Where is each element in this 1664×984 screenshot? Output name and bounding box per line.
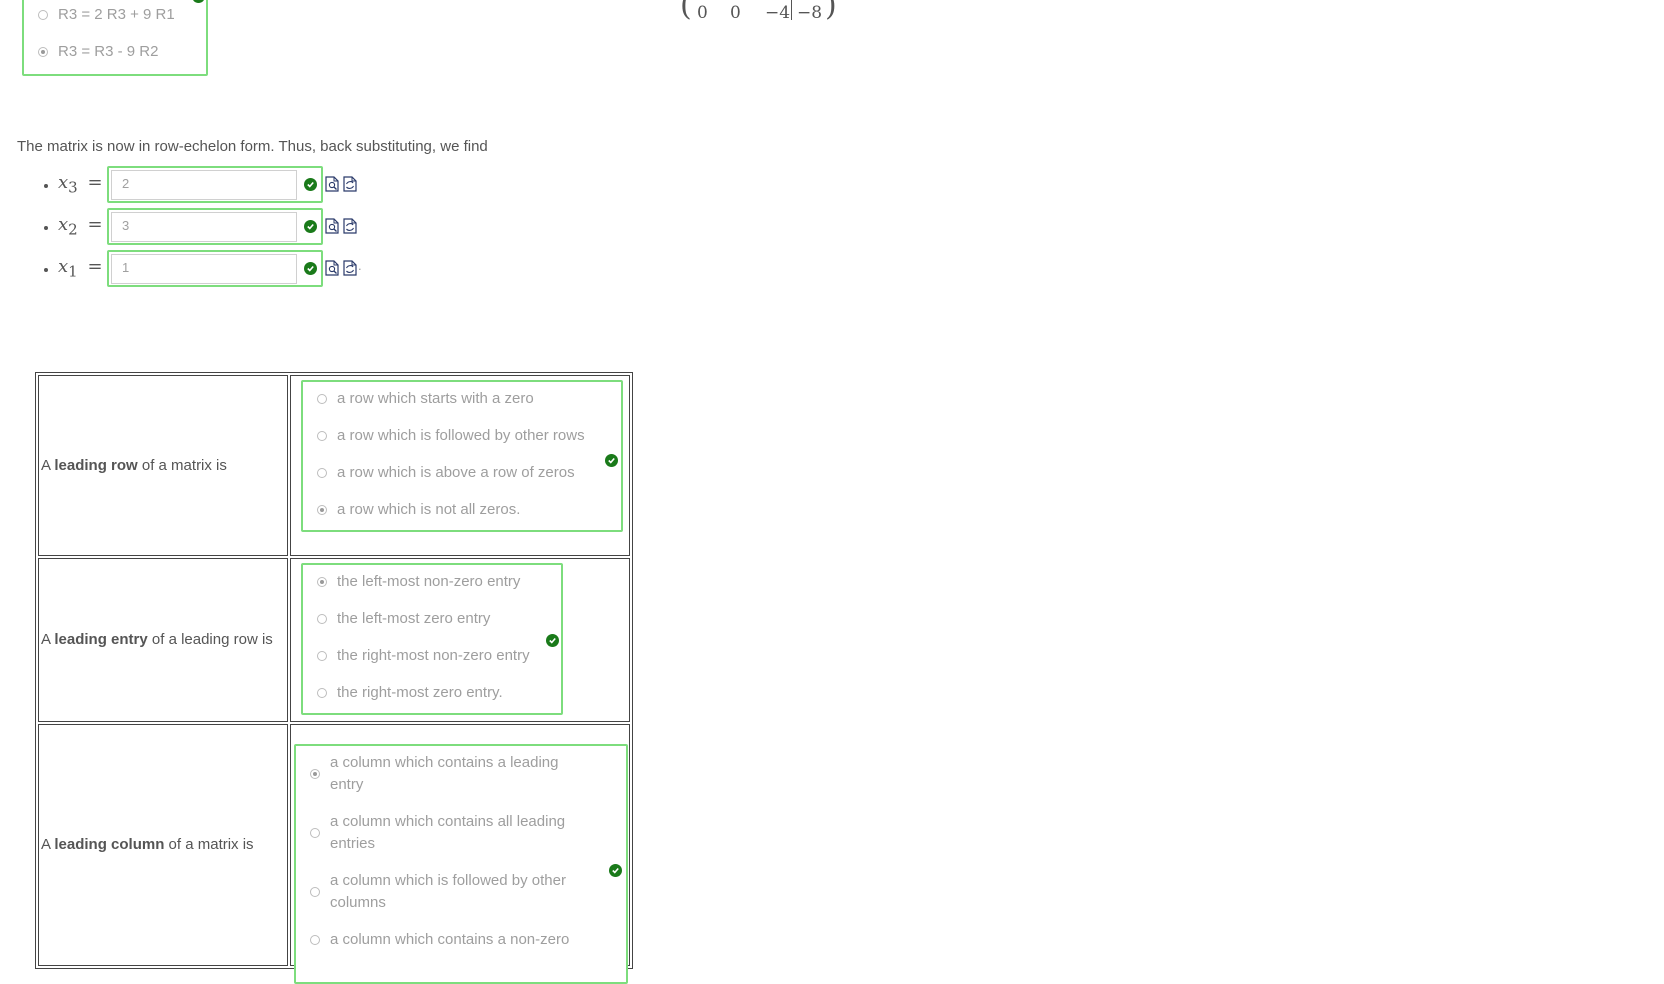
option-label: a row which is followed by other rows	[337, 427, 585, 444]
bullet	[44, 268, 48, 272]
radio-group-leading-column: a column which contains a leading entry …	[294, 744, 628, 984]
option[interactable]: the left-most zero entry	[317, 610, 490, 627]
option-label: a row which is above a row of zeros	[337, 464, 575, 481]
radio-group-leading-row: a row which starts with a zero a row whi…	[301, 380, 623, 532]
definitions-table: A leading row of a matrix is a row which…	[35, 372, 633, 984]
correct-check-icon	[546, 634, 559, 647]
answer-cell: a column which contains a leading entry …	[290, 724, 630, 984]
option-label: a column which contains a leading entry	[330, 754, 559, 793]
augment-bar	[791, 0, 792, 20]
option[interactable]: the right-most non-zero entry	[317, 647, 530, 664]
row-operation-options: R3 = 2 R3 + 9 R1 R3 = R3 - 9 R2	[22, 0, 208, 76]
radio-button[interactable]	[310, 828, 320, 838]
option-label: R3 = R3 - 9 R2	[58, 43, 159, 60]
radio-button[interactable]	[38, 9, 48, 20]
x3-input[interactable]: 2	[111, 170, 297, 200]
row-op-option-1[interactable]: R3 = 2 R3 + 9 R1	[38, 6, 175, 23]
option-label: R3 = 2 R3 + 9 R1	[58, 6, 175, 23]
radio-button[interactable]	[317, 613, 327, 624]
option[interactable]: a row which starts with a zero	[317, 390, 534, 407]
bullet	[44, 226, 48, 230]
show-answer-icon[interactable]	[343, 260, 357, 276]
table-row: A leading column of a matrix is a column…	[38, 724, 630, 984]
correct-check-icon	[304, 178, 317, 191]
radio-button[interactable]	[317, 467, 327, 478]
answer-cell: the left-most non-zero entry the left-mo…	[290, 558, 630, 722]
augmented-matrix-fragment: ( 0 0 −4 −8 )	[680, 0, 850, 28]
option-label: the left-most non-zero entry	[337, 573, 521, 590]
trailing-period: .	[358, 258, 362, 273]
option-label: the left-most zero entry	[337, 610, 491, 627]
question-cell: A leading entry of a leading row is	[38, 558, 288, 722]
question-text: A leading entry of a leading row is	[41, 631, 273, 648]
x2-input[interactable]: 3	[111, 212, 297, 242]
option-label: a row which starts with a zero	[337, 390, 534, 407]
question-cell: A leading column of a matrix is	[38, 724, 288, 966]
bullet	[44, 184, 48, 188]
option-label: a column which contains a non-zero	[330, 931, 570, 948]
answer-cell: a row which starts with a zero a row whi…	[290, 375, 630, 556]
variable-label: x3 =	[58, 172, 103, 197]
option-label: a row which is not all zeros.	[337, 501, 521, 518]
option-label: the right-most non-zero entry	[337, 647, 530, 664]
option[interactable]: a row which is not all zeros.	[317, 501, 520, 518]
radio-button[interactable]	[317, 687, 327, 698]
option[interactable]: a column which contains a non-zero	[310, 929, 580, 951]
question-cell: A leading row of a matrix is	[38, 375, 288, 556]
table-row: A leading entry of a leading row is the …	[38, 558, 630, 722]
show-answer-icon[interactable]	[343, 176, 357, 192]
radio-button[interactable]	[317, 430, 327, 441]
matrix-left-paren: (	[680, 0, 692, 23]
variable-label: x2 =	[58, 214, 103, 239]
matrix-cell: 0	[697, 3, 708, 23]
back-substitution-intro: The matrix is now in row-echelon form. T…	[17, 138, 488, 155]
show-answer-icon[interactable]	[343, 218, 357, 234]
correct-check-icon	[609, 864, 622, 877]
correct-check-icon	[192, 0, 205, 3]
table-row: A leading row of a matrix is a row which…	[38, 375, 630, 556]
option[interactable]: a column which contains all leading entr…	[310, 811, 580, 855]
radio-button-selected[interactable]	[317, 576, 327, 587]
radio-button[interactable]	[317, 650, 327, 661]
preview-icon[interactable]	[325, 176, 339, 192]
option[interactable]: a column which contains a leading entry	[310, 752, 580, 796]
matrix-cell: −8	[797, 3, 823, 23]
preview-icon[interactable]	[325, 260, 339, 276]
correct-check-icon	[304, 262, 317, 275]
preview-icon[interactable]	[325, 218, 339, 234]
option[interactable]: a column which is followed by other colu…	[310, 870, 580, 914]
radio-button[interactable]	[317, 393, 327, 404]
option[interactable]: the right-most zero entry.	[317, 684, 503, 701]
row-op-option-2[interactable]: R3 = R3 - 9 R2	[38, 43, 158, 60]
matrix-right-paren: )	[825, 0, 837, 23]
option-label: a column which is followed by other colu…	[330, 872, 566, 911]
radio-button-selected[interactable]	[38, 46, 48, 57]
variable-label: x1 =	[58, 256, 103, 281]
option-label: the right-most zero entry.	[337, 684, 503, 701]
option-label: a column which contains all leading entr…	[330, 813, 566, 852]
matrix-cell: −4	[765, 3, 791, 23]
option[interactable]: a row which is followed by other rows	[317, 427, 585, 444]
radio-group-leading-entry: the left-most non-zero entry the left-mo…	[301, 563, 563, 715]
radio-button-selected[interactable]	[317, 504, 327, 515]
radio-button[interactable]	[310, 887, 320, 897]
correct-check-icon	[605, 454, 618, 467]
matrix-cell: 0	[730, 3, 741, 23]
correct-check-icon	[304, 220, 317, 233]
question-text: A leading column of a matrix is	[41, 836, 254, 853]
radio-button[interactable]	[310, 935, 320, 945]
radio-button-selected[interactable]	[310, 769, 320, 779]
option[interactable]: a row which is above a row of zeros	[317, 464, 575, 481]
question-text: A leading row of a matrix is	[41, 456, 227, 474]
option[interactable]: the left-most non-zero entry	[317, 573, 520, 590]
x1-input[interactable]: 1	[111, 254, 297, 284]
